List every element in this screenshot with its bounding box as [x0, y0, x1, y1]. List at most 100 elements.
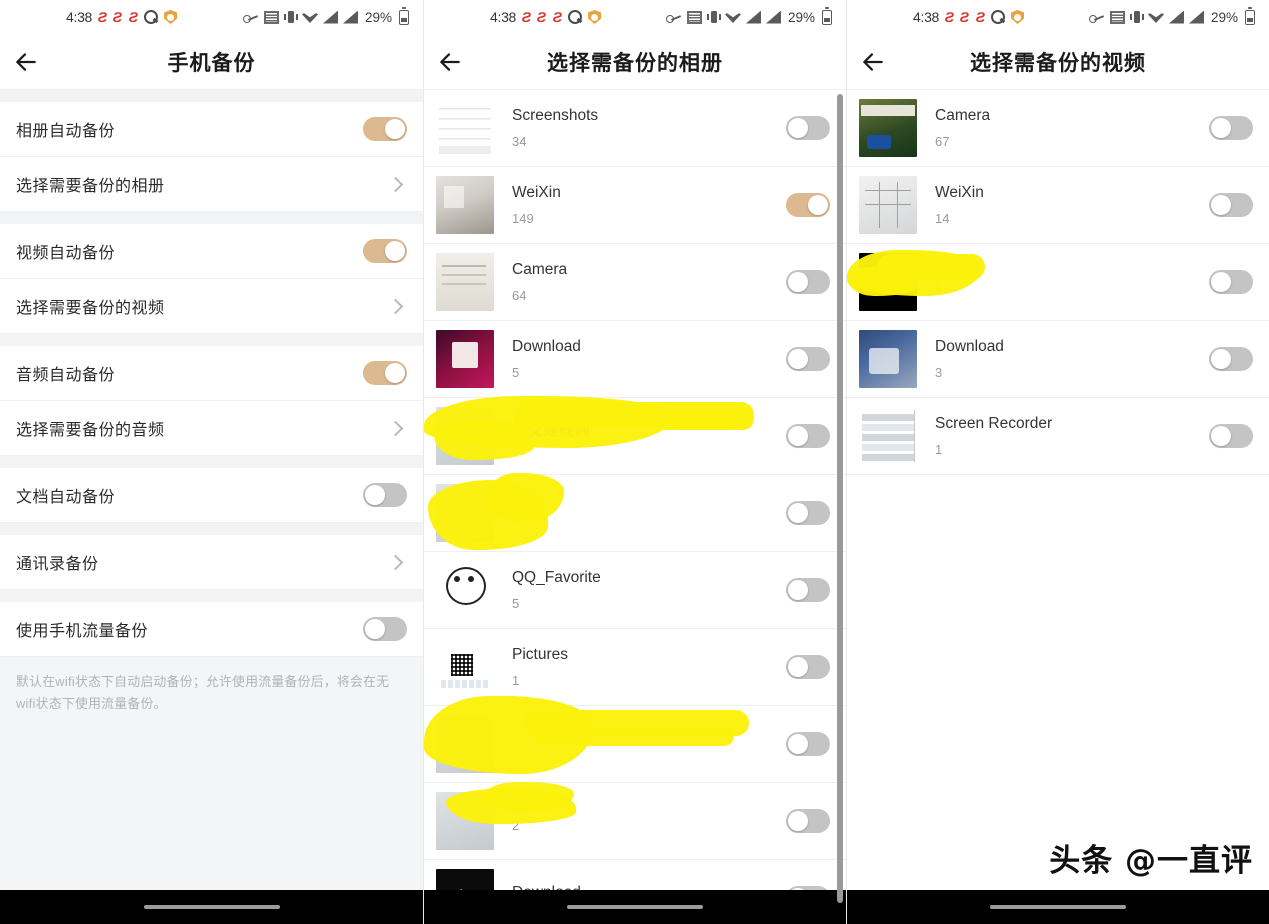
toggle-album-screenshots[interactable]: [786, 116, 830, 140]
toggle-document-auto-backup[interactable]: [363, 483, 407, 507]
video-folder-name: Screen Recorder: [935, 414, 1053, 432]
vibrate-icon: [706, 10, 720, 24]
album-thumbnail: [436, 792, 494, 850]
back-button[interactable]: [0, 34, 52, 90]
setting-row-document-auto-backup[interactable]: 文档自动备份: [0, 468, 423, 523]
setting-label: 文档自动备份: [16, 489, 116, 506]
setting-row-select-albums[interactable]: 选择需要备份的相册: [0, 157, 423, 212]
toggle-album-weixin[interactable]: [786, 193, 830, 217]
album-row-redacted-1[interactable]: 反交通规则: [424, 398, 846, 475]
video-count: 67: [935, 134, 950, 150]
group-divider: [0, 590, 423, 602]
app-bar: 手机备份: [0, 34, 423, 90]
album-row-redacted-3[interactable]: [424, 706, 846, 783]
toggle-album-pictures[interactable]: [786, 655, 830, 679]
status-bar-right: 29%: [242, 7, 409, 25]
red-arrow-icon: Ƨ: [943, 9, 956, 25]
key-icon: [665, 11, 682, 23]
toggle-album-camera[interactable]: [786, 270, 830, 294]
video-count: 1: [935, 442, 943, 458]
setting-row-select-audio[interactable]: 选择需要备份的音频: [0, 401, 423, 456]
album-thumbnail: [436, 407, 494, 465]
vertical-scrollbar[interactable]: [837, 94, 843, 903]
toggle-video-download[interactable]: [1209, 347, 1253, 371]
toggle-album-auto-backup[interactable]: [363, 117, 407, 141]
signal-icon: [745, 10, 761, 24]
setting-label: 使用手机流量备份: [16, 623, 149, 640]
video-folder-name: Download: [935, 337, 1004, 355]
chevron-right-icon: [387, 176, 404, 192]
status-bar: 4:38 Ƨ Ƨ Ƨ 29%: [847, 0, 1269, 34]
album-thumbnail: [436, 638, 494, 696]
video-row-screen-recorder[interactable]: Screen Recorder 1: [847, 398, 1269, 475]
battery-icon: [399, 7, 409, 25]
toggle-video-auto-backup[interactable]: [363, 239, 407, 263]
toggle-album-qq-favorite[interactable]: [786, 578, 830, 602]
setting-row-contacts-backup[interactable]: 通讯录备份: [0, 535, 423, 590]
toggle-use-mobile-data[interactable]: [363, 617, 407, 641]
video-info: Screen Recorder 1: [935, 415, 1209, 458]
album-thumbnail: [436, 330, 494, 388]
back-arrow-icon: [16, 52, 36, 71]
phone-screen-backup-settings: 4:38 Ƨ Ƨ Ƨ 29% 手机备份 相册自动备份 选择需要备份的相册 视频自…: [0, 0, 423, 924]
video-row-redacted[interactable]: 1: [847, 244, 1269, 321]
setting-label: 通讯录备份: [16, 556, 99, 573]
group-divider: [0, 90, 423, 102]
setting-row-audio-auto-backup[interactable]: 音频自动备份: [0, 346, 423, 401]
album-row-weixin[interactable]: WeiXin 149: [424, 167, 846, 244]
video-thumbnail: [859, 176, 917, 234]
wifi-icon: [724, 13, 741, 23]
toggle-album-redacted-1[interactable]: [786, 424, 830, 448]
setting-row-video-auto-backup[interactable]: 视频自动备份: [0, 224, 423, 279]
album-row-pictures[interactable]: Pictures 1: [424, 629, 846, 706]
toggle-album-download[interactable]: [786, 347, 830, 371]
album-name: 反交通规则: [512, 422, 590, 440]
album-count: 5: [512, 365, 520, 381]
sim-icon: [263, 10, 279, 24]
toggle-video-camera[interactable]: [1209, 116, 1253, 140]
album-row-redacted-4[interactable]: 2: [424, 783, 846, 860]
app-bar: 选择需备份的视频: [847, 34, 1269, 90]
setting-row-use-mobile-data[interactable]: 使用手机流量备份: [0, 602, 423, 657]
album-row-redacted-2[interactable]: 2: [424, 475, 846, 552]
back-button[interactable]: [424, 34, 476, 90]
back-button[interactable]: [847, 34, 899, 90]
video-row-camera[interactable]: Camera 67: [847, 90, 1269, 167]
home-gesture-pill[interactable]: [143, 904, 280, 910]
shield-icon: [1011, 10, 1025, 24]
video-row-weixin[interactable]: WeiXin 14: [847, 167, 1269, 244]
album-count: 5: [512, 596, 520, 612]
toggle-video-weixin[interactable]: [1209, 193, 1253, 217]
album-info: [512, 740, 786, 749]
toggle-video-redacted[interactable]: [1209, 270, 1253, 294]
album-info: WeiXin 149: [512, 184, 786, 227]
album-row-camera[interactable]: Camera 64: [424, 244, 846, 321]
album-row-qq-favorite[interactable]: QQ_Favorite 5: [424, 552, 846, 629]
chevron-right-icon: [387, 554, 404, 570]
album-count: 2: [512, 818, 520, 833]
red-arrow-icon: Ƨ: [96, 9, 109, 25]
system-nav-bar: [424, 890, 846, 924]
album-row-download[interactable]: Download 5: [424, 321, 846, 398]
album-row-screenshots[interactable]: Screenshots 34: [424, 90, 846, 167]
toggle-video-screen-recorder[interactable]: [1209, 424, 1253, 448]
signal-icon: [765, 10, 781, 24]
toggle-album-redacted-2[interactable]: [786, 501, 830, 525]
setting-row-select-videos[interactable]: 选择需要备份的视频: [0, 279, 423, 334]
album-name: Pictures: [512, 645, 568, 663]
setting-row-album-auto-backup[interactable]: 相册自动备份: [0, 102, 423, 157]
toggle-audio-auto-backup[interactable]: [363, 361, 407, 385]
home-gesture-pill[interactable]: [567, 904, 703, 910]
album-thumbnail: [436, 253, 494, 311]
battery-icon: [1245, 7, 1255, 25]
screenshot-collage: 4:38 Ƨ Ƨ Ƨ 29% 手机备份 相册自动备份 选择需要备份的相册 视频自…: [0, 0, 1269, 924]
home-gesture-pill[interactable]: [990, 904, 1126, 910]
group-divider: [0, 456, 423, 468]
chevron-right-icon: [387, 298, 404, 314]
album-list: Screenshots 34 WeiXin 149 Camera 64 Down…: [424, 90, 846, 924]
toggle-album-redacted-4[interactable]: [786, 809, 830, 833]
group-divider: [0, 523, 423, 535]
video-row-download[interactable]: Download 3: [847, 321, 1269, 398]
status-time: 4:38: [66, 9, 93, 25]
toggle-album-redacted-3[interactable]: [786, 732, 830, 756]
